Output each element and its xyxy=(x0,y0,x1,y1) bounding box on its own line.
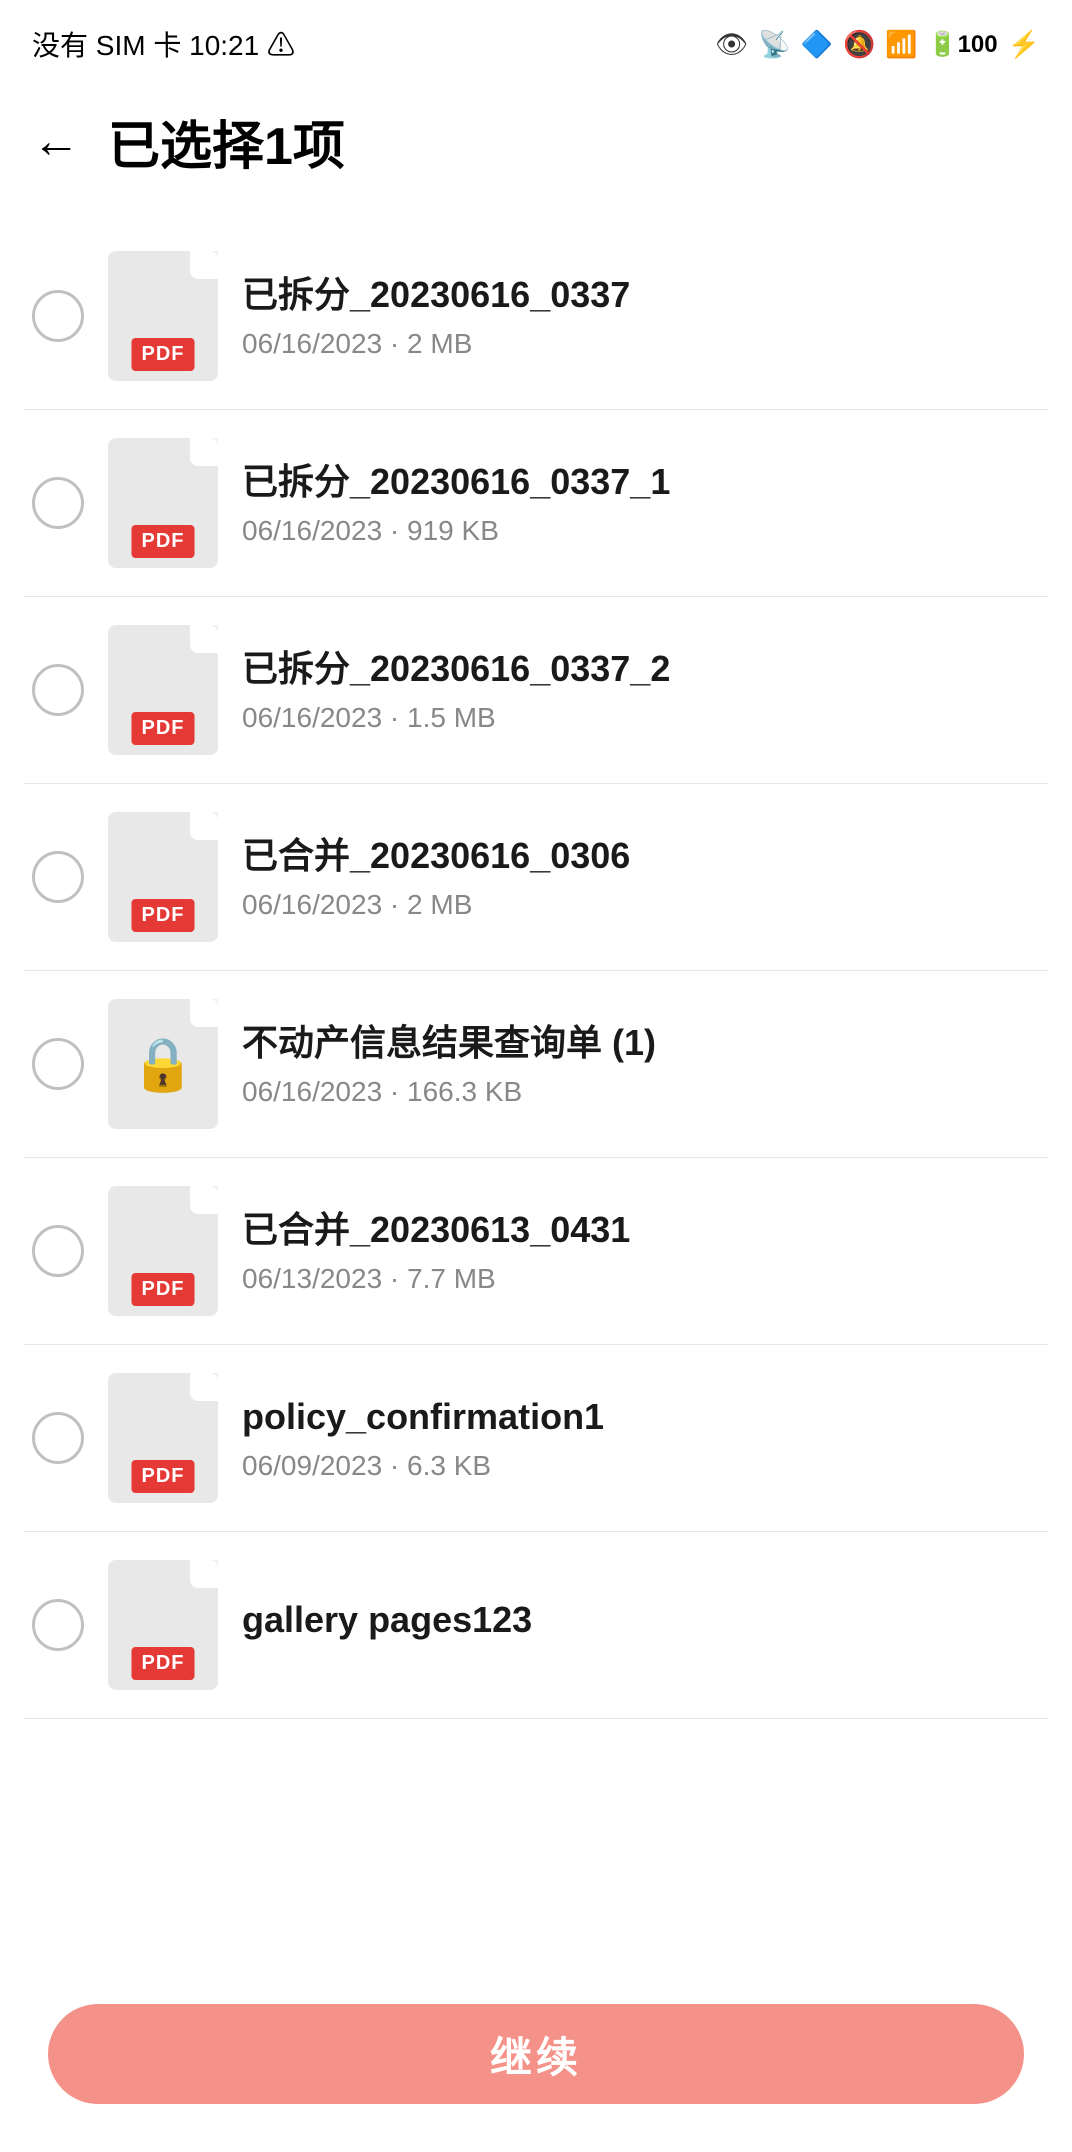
pdf-badge: PDF xyxy=(132,899,195,932)
file-doc-shape: PDF xyxy=(108,812,218,942)
lock-icon-wrapper: 🔒 xyxy=(108,999,218,1129)
file-name: 已拆分_20230616_0337_1 xyxy=(242,459,1040,506)
bluetooth-icon: 🔷 xyxy=(801,29,833,60)
file-name: gallery pages123 xyxy=(242,1597,1040,1644)
file-info: 已拆分_20230616_0337_2 06/16/2023 · 1.5 MB xyxy=(242,646,1040,735)
list-item[interactable]: PDF gallery pages123 xyxy=(24,1532,1048,1719)
pdf-badge: PDF xyxy=(132,525,195,558)
pdf-badge: PDF xyxy=(132,1647,195,1680)
file-icon: PDF xyxy=(108,438,218,568)
file-info: gallery pages123 xyxy=(242,1597,1040,1654)
file-doc-shape: PDF xyxy=(108,438,218,568)
file-list: PDF已拆分_20230616_033706/16/2023 · 2 MBPDF… xyxy=(0,223,1072,1719)
radio-button[interactable] xyxy=(32,664,84,716)
file-doc-shape: PDF xyxy=(108,1373,218,1503)
file-icon: PDF xyxy=(108,1560,218,1690)
page-title: 已选择1项 xyxy=(108,104,345,179)
file-name: 已拆分_20230616_0337_2 xyxy=(242,646,1040,693)
file-info: 不动产信息结果查询单 (1) 06/16/2023 · 166.3 KB xyxy=(242,1020,1040,1109)
radio-button[interactable] xyxy=(32,477,84,529)
list-item[interactable]: PDF 已合并_20230613_0431 06/13/2023 · 7.7 MB xyxy=(24,1158,1048,1345)
radio-button[interactable] xyxy=(32,290,84,342)
silent-icon: 🔕 xyxy=(843,29,875,60)
status-bar: 没有 SIM 卡 10:21 ⚠ 👁 📡 🔷 🔕 📶 🔋100 ⚡ xyxy=(0,0,1072,80)
list-item[interactable]: PDF 已拆分_20230616_0337_2 06/16/2023 · 1.5 M… xyxy=(24,597,1048,784)
file-name: 不动产信息结果查询单 (1) xyxy=(242,1020,1040,1067)
file-name: 已拆分_20230616_0337 xyxy=(242,272,1040,319)
file-icon: PDF xyxy=(108,1373,218,1503)
nfc-icon: 📡 xyxy=(758,29,790,60)
radio-button[interactable] xyxy=(32,1225,84,1277)
file-info: 已拆分_20230616_0337 06/16/2023 · 2 MB xyxy=(242,272,1040,361)
status-right-icons: 👁 📡 🔷 🔕 📶 🔋100 ⚡ xyxy=(715,29,1040,60)
continue-button[interactable]: 继续 xyxy=(48,2004,1024,2104)
file-meta: 06/16/2023 · 919 KB xyxy=(242,515,1040,547)
header: ← 已选择1项 xyxy=(0,80,1072,203)
back-button[interactable]: ← xyxy=(24,110,88,174)
eye-icon: 👁 xyxy=(715,29,748,60)
file-doc-shape: PDF xyxy=(108,625,218,755)
file-doc-shape: PDF xyxy=(108,1560,218,1690)
file-name: 已合并_20230616_0306 xyxy=(242,833,1040,880)
file-icon: 🔒 xyxy=(108,999,218,1129)
file-meta: 06/16/2023 · 2 MB xyxy=(242,328,1040,360)
radio-button[interactable] xyxy=(32,851,84,903)
pdf-badge: PDF xyxy=(132,338,195,371)
file-info: 已合并_20230616_0306 06/16/2023 · 2 MB xyxy=(242,833,1040,922)
file-doc-shape: PDF xyxy=(108,1186,218,1316)
file-name: policy_confirmation1 xyxy=(242,1394,1040,1441)
file-icon: PDF xyxy=(108,625,218,755)
file-meta: 06/16/2023 · 1.5 MB xyxy=(242,702,1040,734)
file-meta: 06/09/2023 · 6.3 KB xyxy=(242,1450,1040,1482)
list-item[interactable]: 🔒 不动产信息结果查询单 (1) 06/16/2023 · 166.3 KB xyxy=(24,971,1048,1158)
list-item[interactable]: PDF 已拆分_20230616_0337_1 06/16/2023 · 919 K… xyxy=(24,410,1048,597)
file-icon: PDF xyxy=(108,251,218,381)
file-info: 已合并_20230613_0431 06/13/2023 · 7.7 MB xyxy=(242,1207,1040,1296)
file-info: 已拆分_20230616_0337_1 06/16/2023 · 919 KB xyxy=(242,459,1040,548)
radio-button[interactable] xyxy=(32,1412,84,1464)
battery-icon: 🔋100 xyxy=(928,30,998,59)
pdf-badge: PDF xyxy=(132,1273,195,1306)
file-meta: 06/16/2023 · 166.3 KB xyxy=(242,1076,1040,1108)
file-icon: PDF xyxy=(108,812,218,942)
radio-button[interactable] xyxy=(32,1038,84,1090)
bottom-bar: 继续 xyxy=(0,1980,1072,2152)
file-name: 已合并_20230613_0431 xyxy=(242,1207,1040,1254)
file-doc-shape: PDF xyxy=(108,251,218,381)
list-item[interactable]: PDF 已合并_20230616_0306 06/16/2023 · 2 MB xyxy=(24,784,1048,971)
lock-icon: 🔒 xyxy=(131,1034,196,1095)
file-meta: 06/13/2023 · 7.7 MB xyxy=(242,1263,1040,1295)
radio-button[interactable] xyxy=(32,1599,84,1651)
file-icon: PDF xyxy=(108,1186,218,1316)
charge-icon: ⚡ xyxy=(1008,29,1040,60)
list-item[interactable]: PDF policy_confirmation1 06/09/2023 · 6.3 … xyxy=(24,1345,1048,1532)
pdf-badge: PDF xyxy=(132,712,195,745)
list-item[interactable]: PDF 已拆分_20230616_0337 06/16/2023 · 2 MB xyxy=(24,223,1048,410)
file-meta: 06/16/2023 · 2 MB xyxy=(242,889,1040,921)
wifi-icon: 📶 xyxy=(885,29,917,60)
status-left-text: 没有 SIM 卡 10:21 ⚠ xyxy=(32,24,295,64)
pdf-badge: PDF xyxy=(132,1460,195,1493)
file-info: policy_confirmation1 06/09/2023 · 6.3 KB xyxy=(242,1394,1040,1483)
